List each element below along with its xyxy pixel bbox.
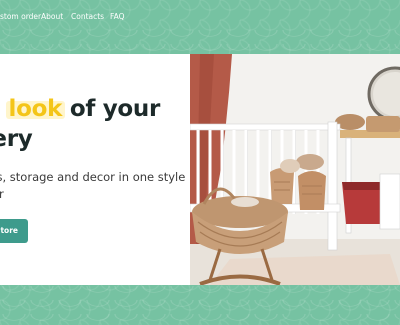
decorative-pattern-bottom xyxy=(0,286,400,325)
headline-part-2: of your xyxy=(62,96,161,122)
hero-subtext: ts, storage and decor in one style or xyxy=(0,169,190,203)
nav-link-about[interactable]: About xyxy=(41,12,63,21)
store-button[interactable]: tore xyxy=(0,219,28,243)
headline-part-1: al xyxy=(0,96,9,122)
hero-nursery-photo xyxy=(190,54,400,285)
subtext-line-2: or xyxy=(0,187,4,201)
hero-text-panel: al look of your sery ts, storage and dec… xyxy=(0,54,190,285)
nav-link-custom-order[interactable]: stom order xyxy=(0,12,41,21)
nav-link-contacts[interactable]: Contacts xyxy=(71,12,104,21)
headline-line-2: sery xyxy=(0,126,33,152)
headline-highlight: look xyxy=(8,96,63,122)
nav-link-faq[interactable]: FAQ xyxy=(110,12,125,21)
top-navigation: stom order About Contacts FAQ xyxy=(0,0,400,36)
hero-headline: al look of your sery xyxy=(0,94,190,154)
subtext-line-1: ts, storage and decor in one style xyxy=(0,170,186,184)
